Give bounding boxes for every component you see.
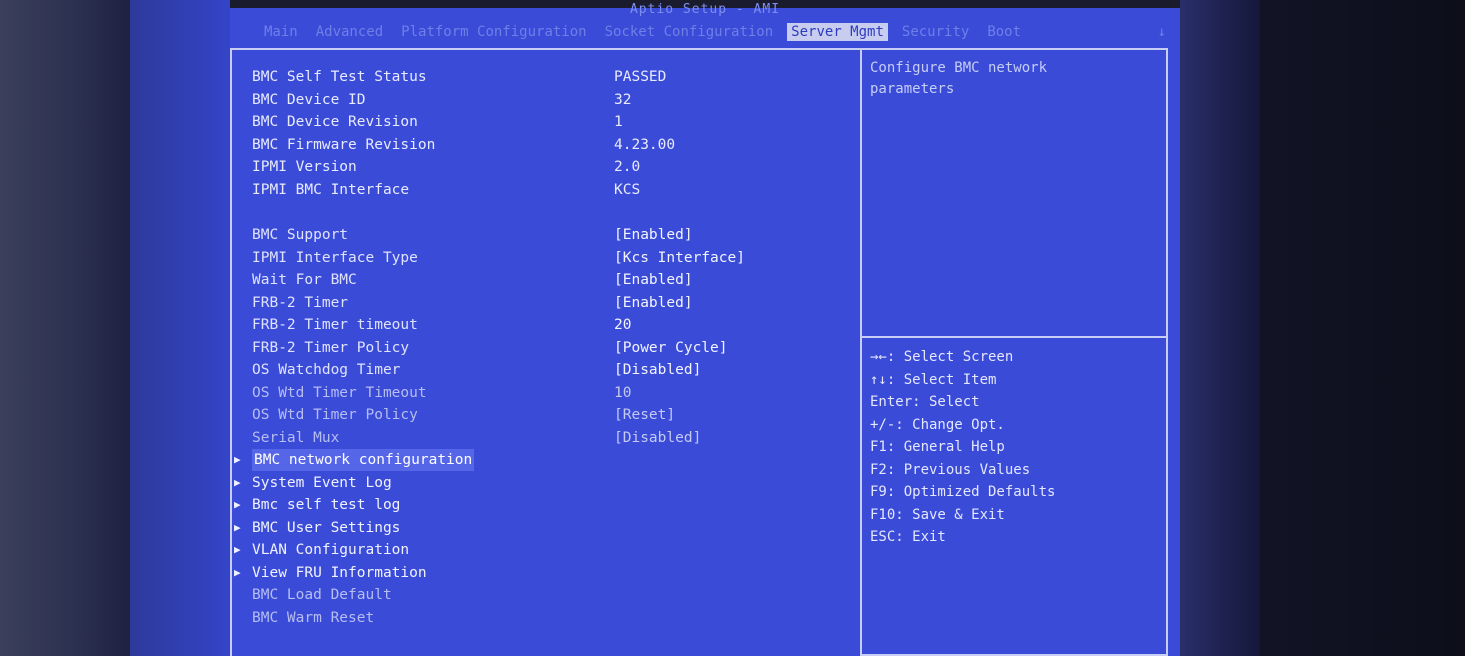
tab-boot[interactable]: Boot [983, 23, 1025, 41]
info-value: 2.0 [614, 159, 641, 175]
submenu-label: Bmc self test log [252, 497, 401, 513]
setting-label: IPMI Interface Type [252, 249, 418, 266]
key-general-help: F1: General Help [870, 439, 1005, 455]
setting-label: OS Wtd Timer Policy [252, 407, 418, 423]
tab-platform-configuration[interactable]: Platform Configuration [397, 23, 590, 41]
setting-label: OS Wtd Timer Timeout [252, 384, 427, 401]
setting-label: BMC Support [252, 227, 349, 243]
submenu-arrow-icon: ▶ [234, 565, 241, 579]
screen-edge-right [1180, 0, 1260, 656]
key-optimized-defaults: F9: Optimized Defaults [870, 484, 1056, 500]
info-value: 4.23.00 [614, 136, 676, 153]
setting-value[interactable]: [Enabled] [614, 269, 693, 291]
setting-label: FRB-2 Timer timeout [252, 317, 418, 333]
info-label: BMC Firmware Revision [252, 136, 436, 153]
help-panel: Configure BMC network parameters →←: Sel… [860, 48, 1168, 656]
key-change-opt: +/-: Change Opt. [870, 416, 1005, 433]
key-select-screen: →←: Select Screen [870, 349, 1014, 365]
info-value: 1 [614, 114, 623, 130]
submenu-label: BMC User Settings [252, 519, 401, 536]
setting-label: OS Watchdog Timer [252, 362, 401, 378]
setting-value[interactable]: 20 [614, 314, 631, 336]
info-label: IPMI Version [252, 159, 357, 175]
submenu-label: VLAN Configuration [252, 542, 410, 558]
key-previous-values: F2: Previous Values [870, 461, 1031, 478]
setting-label: FRB-2 Timer Policy [252, 339, 410, 356]
tab-main[interactable]: Main [260, 23, 302, 41]
submenu-label: BMC network configuration [252, 449, 475, 471]
menu-bar: Main Advanced Platform Configuration Soc… [230, 16, 1180, 48]
setting-label: Wait For BMC [252, 272, 357, 288]
info-label: BMC Self Test Status [252, 69, 427, 85]
key-select-item: ↑↓: Select Item [870, 371, 997, 388]
submenu-arrow-icon: ▶ [234, 520, 241, 534]
submenu-arrow-icon: ▶ [234, 498, 241, 511]
help-description: Configure BMC network parameters [870, 58, 1160, 100]
info-value: PASSED [614, 69, 667, 85]
setting-value[interactable]: 10 [614, 382, 631, 404]
info-label: IPMI BMC Interface [252, 181, 410, 198]
help-line: parameters [870, 81, 955, 97]
tab-socket-configuration[interactable]: Socket Configuration [601, 23, 778, 41]
screen-glare-left [130, 0, 230, 656]
more-tabs-arrow-icon: ↓ [1157, 24, 1166, 40]
help-line: Configure BMC network [870, 60, 1048, 76]
setting-label: Serial Mux [252, 429, 340, 446]
submenu-label: System Event Log [252, 474, 392, 491]
bios-screen: Aptio Setup - AMI Main Advanced Platform… [230, 2, 1180, 656]
tab-advanced[interactable]: Advanced [312, 23, 387, 41]
setting-value[interactable]: [Disabled] [614, 359, 701, 381]
setting-value[interactable]: [Kcs Interface] [614, 247, 745, 269]
info-value: 32 [614, 91, 632, 108]
info-value: KCS [614, 181, 641, 198]
setting-label: FRB-2 Timer [252, 294, 349, 311]
submenu-arrow-icon: ▶ [234, 475, 241, 489]
tab-server-mgmt[interactable]: Server Mgmt [787, 23, 888, 41]
submenu-arrow-icon: ▶ [234, 453, 241, 466]
key-save-exit: F10: Save & Exit [870, 506, 1005, 523]
submenu-arrow-icon: ▶ [234, 543, 241, 556]
key-enter-select: Enter: Select [870, 394, 980, 410]
action-label: BMC Load Default [252, 587, 392, 603]
info-label: BMC Device Revision [252, 114, 418, 130]
setting-value[interactable]: [Disabled] [614, 427, 701, 449]
key-exit: ESC: Exit [870, 529, 946, 545]
setting-value[interactable]: [Enabled] [614, 224, 693, 246]
help-divider [862, 336, 1166, 338]
action-label: BMC Warm Reset [252, 609, 375, 626]
setting-value[interactable]: [Power Cycle] [614, 337, 728, 359]
tab-security[interactable]: Security [898, 23, 973, 41]
info-label: BMC Device ID [252, 91, 366, 108]
settings-panel: BMC Self Test Status PASSED BMC Device I… [230, 48, 860, 656]
monitor-bezel-left [0, 0, 130, 656]
setting-value[interactable]: [Reset] [614, 404, 675, 426]
submenu-label: View FRU Information [252, 564, 427, 581]
setting-value[interactable]: [Enabled] [614, 292, 693, 314]
key-legend: →←: Select Screen ↑↓: Select Item Enter:… [870, 346, 1160, 549]
